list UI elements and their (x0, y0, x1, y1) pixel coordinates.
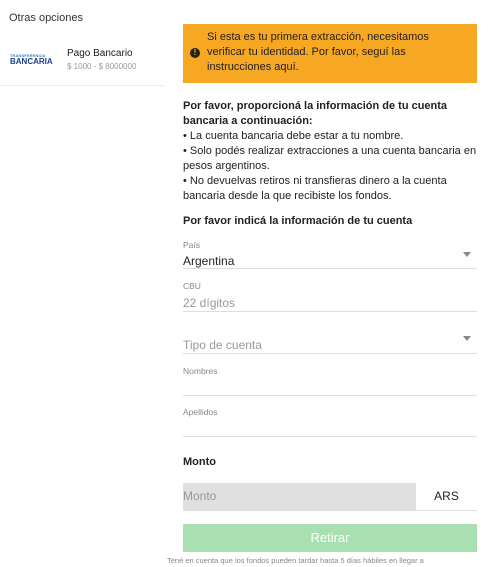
method-name: Pago Bancario (67, 48, 133, 59)
account-section-title: Por favor indicá la información de tu cu… (183, 215, 413, 227)
payment-method-bank-transfer[interactable]: TRANSFERENCIA BANCARIA Pago Bancario $ 1… (0, 36, 165, 86)
bank-transfer-logo: TRANSFERENCIA BANCARIA (10, 54, 54, 68)
info-bullet: • Solo podés realizar extracciones a una… (183, 145, 477, 172)
amount-input[interactable]: Monto (183, 483, 416, 511)
cbu-label: CBU (183, 281, 201, 291)
method-range: $ 1000 - $ 8000000 (67, 62, 137, 71)
bank-info-instructions: Por favor, proporcioná la información de… (183, 99, 477, 204)
amount-title: Monto (183, 456, 216, 468)
withdraw-button[interactable]: Retirar (183, 524, 477, 552)
country-label: País (183, 240, 201, 250)
chevron-down-icon (463, 252, 471, 257)
info-bullet: • La cuenta bancaria debe estar a tu nom… (183, 130, 404, 142)
cbu-input[interactable]: CBU 22 dígitos (183, 281, 477, 312)
country-select[interactable]: País Argentina (183, 238, 477, 269)
cbu-placeholder: 22 dígitos (183, 296, 236, 310)
first-name-label: Nombres (183, 366, 218, 376)
exclamation-icon: ! (190, 48, 200, 58)
chevron-down-icon (463, 336, 471, 341)
currency-label: ARS (416, 483, 477, 511)
first-name-input[interactable]: Nombres (183, 364, 477, 396)
last-name-label: Apellidos (183, 407, 218, 417)
account-type-select[interactable]: Tipo de cuenta (183, 323, 477, 354)
sidebar: Otras opciones TRANSFERENCIA BANCARIA Pa… (0, 0, 165, 567)
account-type-placeholder: Tipo de cuenta (183, 338, 262, 352)
alert-text[interactable]: Si esta es tu primera extracción, necesi… (207, 30, 469, 75)
last-name-input[interactable]: Apellidos (183, 405, 477, 437)
footnote: Tené en cuenta que los fondos pueden tar… (167, 556, 424, 565)
info-bullet: • No devuelvas retiros ni transfieras di… (183, 175, 447, 202)
verification-alert: ! Si esta es tu primera extracción, nece… (183, 24, 477, 83)
info-heading: Por favor, proporcioná la información de… (183, 100, 448, 127)
sidebar-title: Otras opciones (9, 12, 83, 24)
logo-line-2: BANCARIA (10, 57, 53, 66)
country-value: Argentina (183, 254, 235, 268)
